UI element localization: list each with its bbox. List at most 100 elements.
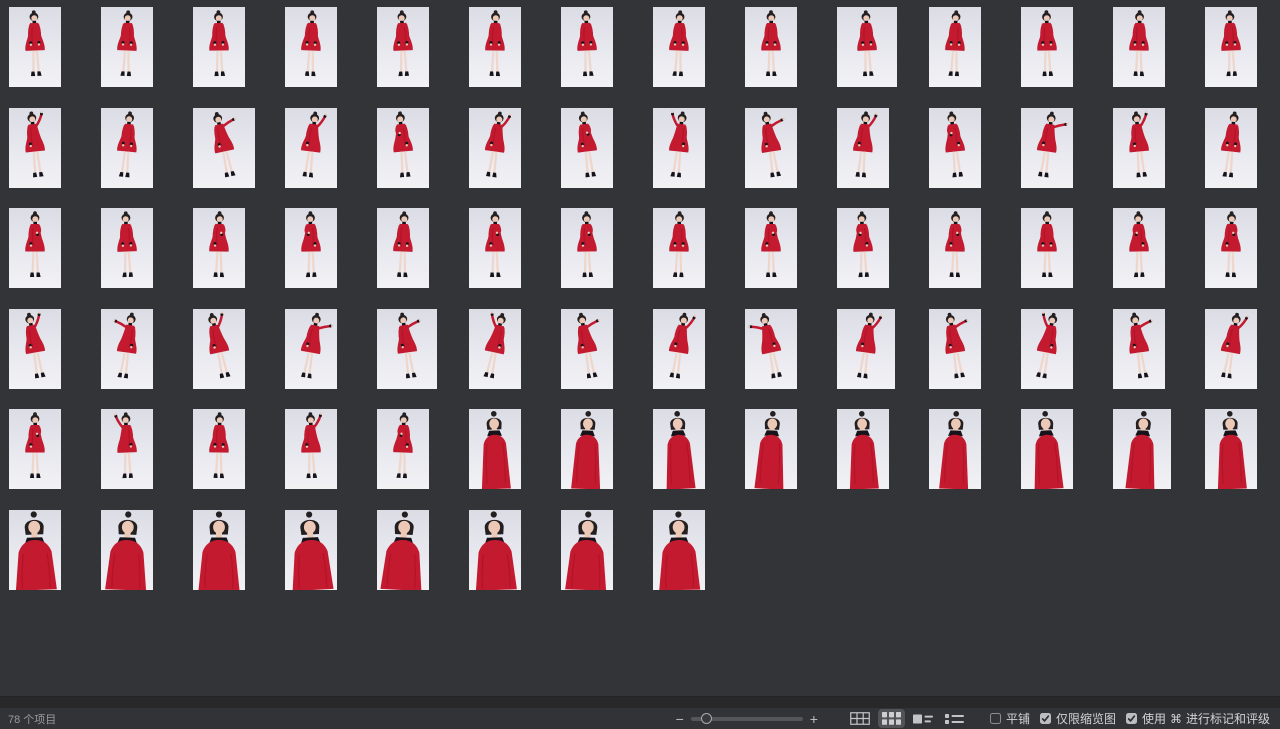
photo-thumbnail[interactable] bbox=[377, 409, 429, 489]
tile-checkbox[interactable] bbox=[990, 713, 1001, 724]
photo-thumbnail[interactable] bbox=[1113, 409, 1171, 489]
photo-thumbnail[interactable] bbox=[193, 208, 245, 288]
photo-thumbnail[interactable] bbox=[377, 309, 437, 389]
photo-thumbnail[interactable] bbox=[1205, 409, 1257, 489]
photo-thumbnail[interactable] bbox=[745, 409, 797, 489]
photo-thumbnail[interactable] bbox=[929, 7, 981, 87]
photo-thumbnail[interactable] bbox=[1205, 7, 1257, 87]
photo-thumbnail[interactable] bbox=[653, 108, 705, 188]
photo-thumbnail[interactable] bbox=[653, 7, 705, 87]
photo-thumbnail[interactable] bbox=[837, 108, 889, 188]
photo-thumbnail[interactable] bbox=[285, 409, 337, 489]
photo-thumbnail[interactable] bbox=[561, 309, 613, 389]
photo-thumbnail[interactable] bbox=[377, 7, 429, 87]
option-thumbnails-only[interactable]: 仅限缩览图 bbox=[1040, 710, 1116, 727]
photo-thumbnail[interactable] bbox=[1021, 208, 1073, 288]
photo-thumbnail[interactable] bbox=[469, 510, 521, 590]
photo-thumbnail[interactable] bbox=[9, 309, 61, 389]
status-bar-controls: − + bbox=[672, 709, 1270, 728]
photo-thumbnail[interactable] bbox=[1113, 7, 1165, 87]
photo-thumbnail[interactable] bbox=[101, 108, 153, 188]
photo-thumbnail[interactable] bbox=[653, 510, 705, 590]
photo-thumbnail[interactable] bbox=[193, 309, 245, 389]
photo-thumbnail[interactable] bbox=[561, 510, 613, 590]
option-tile[interactable]: 平铺 bbox=[990, 710, 1030, 727]
photo-thumbnail[interactable] bbox=[745, 7, 797, 87]
photo-thumbnail[interactable] bbox=[469, 108, 521, 188]
thumbnail-cell bbox=[101, 409, 193, 510]
photo-thumbnail[interactable] bbox=[837, 309, 895, 389]
photo-thumbnail[interactable] bbox=[285, 510, 337, 590]
photo-thumbnail[interactable] bbox=[1021, 7, 1073, 87]
photo-thumbnail[interactable] bbox=[193, 510, 245, 590]
photo-thumbnail[interactable] bbox=[101, 309, 153, 389]
photo-thumbnail[interactable] bbox=[9, 510, 61, 590]
photo-thumbnail[interactable] bbox=[469, 208, 521, 288]
content-view-button[interactable] bbox=[909, 710, 937, 728]
photo-thumbnail[interactable] bbox=[837, 409, 889, 489]
photo-thumbnail[interactable] bbox=[9, 208, 61, 288]
thumbnail-cell bbox=[837, 208, 929, 309]
photo-thumbnail[interactable] bbox=[9, 108, 61, 188]
thumbnails-only-checkbox[interactable] bbox=[1040, 713, 1051, 724]
photo-thumbnail[interactable] bbox=[561, 108, 613, 188]
photo-thumbnail[interactable] bbox=[193, 7, 245, 87]
list-view-button[interactable] bbox=[941, 710, 968, 728]
photo-thumbnail[interactable] bbox=[561, 208, 613, 288]
photo-thumbnail[interactable] bbox=[377, 510, 429, 590]
photo-thumbnail[interactable] bbox=[469, 309, 521, 389]
photo-thumbnail[interactable] bbox=[1205, 108, 1257, 188]
photo-thumbnail[interactable] bbox=[285, 7, 337, 87]
photo-thumbnail[interactable] bbox=[285, 108, 337, 188]
thumbnail-cell bbox=[653, 208, 745, 309]
horizontal-scrollbar-track[interactable] bbox=[0, 696, 1280, 708]
photo-thumbnail[interactable] bbox=[929, 409, 981, 489]
photo-thumbnail[interactable] bbox=[653, 208, 705, 288]
photo-thumbnail[interactable] bbox=[745, 108, 797, 188]
photo-thumbnail[interactable] bbox=[9, 7, 61, 87]
photo-thumbnail[interactable] bbox=[1113, 208, 1165, 288]
thumbnail-cell bbox=[653, 409, 745, 510]
photo-thumbnail[interactable] bbox=[1021, 108, 1073, 188]
slider-knob[interactable] bbox=[701, 713, 712, 724]
photo-thumbnail[interactable] bbox=[193, 108, 255, 188]
photo-thumbnail[interactable] bbox=[377, 108, 429, 188]
photo-thumbnail[interactable] bbox=[653, 409, 705, 489]
use-cmd-rating-checkbox[interactable] bbox=[1126, 713, 1137, 724]
photo-thumbnail[interactable] bbox=[1113, 108, 1165, 188]
thumbnail-size-slider[interactable] bbox=[691, 712, 803, 726]
photo-thumbnail[interactable] bbox=[285, 208, 337, 288]
photo-thumbnail[interactable] bbox=[837, 7, 897, 87]
photo-thumbnail[interactable] bbox=[929, 208, 981, 288]
thumbnail-cell bbox=[837, 309, 929, 410]
thumbnail-cell bbox=[1021, 309, 1113, 410]
photo-thumbnail[interactable] bbox=[9, 409, 61, 489]
photo-thumbnail[interactable] bbox=[1021, 409, 1073, 489]
zoom-out-button[interactable]: − bbox=[672, 712, 688, 726]
photo-thumbnail[interactable] bbox=[837, 208, 889, 288]
photo-thumbnail[interactable] bbox=[653, 309, 705, 389]
photo-thumbnail[interactable] bbox=[1205, 309, 1257, 389]
photo-thumbnail[interactable] bbox=[1205, 208, 1257, 288]
photo-thumbnail[interactable] bbox=[469, 409, 521, 489]
grid-view-button[interactable] bbox=[878, 709, 905, 728]
photo-thumbnail[interactable] bbox=[1021, 309, 1073, 389]
photo-thumbnail[interactable] bbox=[561, 409, 613, 489]
photo-thumbnail[interactable] bbox=[469, 7, 521, 87]
zoom-in-button[interactable]: + bbox=[806, 712, 822, 726]
photo-thumbnail[interactable] bbox=[377, 208, 429, 288]
photo-thumbnail[interactable] bbox=[561, 7, 613, 87]
photo-thumbnail[interactable] bbox=[745, 208, 797, 288]
photo-thumbnail[interactable] bbox=[929, 309, 981, 389]
photo-thumbnail[interactable] bbox=[193, 409, 245, 489]
option-use-cmd-rating[interactable]: 使用 ⌘ 进行标记和评级 bbox=[1126, 710, 1270, 727]
photo-thumbnail[interactable] bbox=[101, 510, 153, 590]
photo-thumbnail[interactable] bbox=[285, 309, 337, 389]
table-view-button[interactable] bbox=[846, 709, 874, 728]
photo-thumbnail[interactable] bbox=[745, 309, 797, 389]
photo-thumbnail[interactable] bbox=[1113, 309, 1165, 389]
photo-thumbnail[interactable] bbox=[101, 7, 153, 87]
photo-thumbnail[interactable] bbox=[101, 409, 153, 489]
photo-thumbnail[interactable] bbox=[101, 208, 153, 288]
photo-thumbnail[interactable] bbox=[929, 108, 981, 188]
